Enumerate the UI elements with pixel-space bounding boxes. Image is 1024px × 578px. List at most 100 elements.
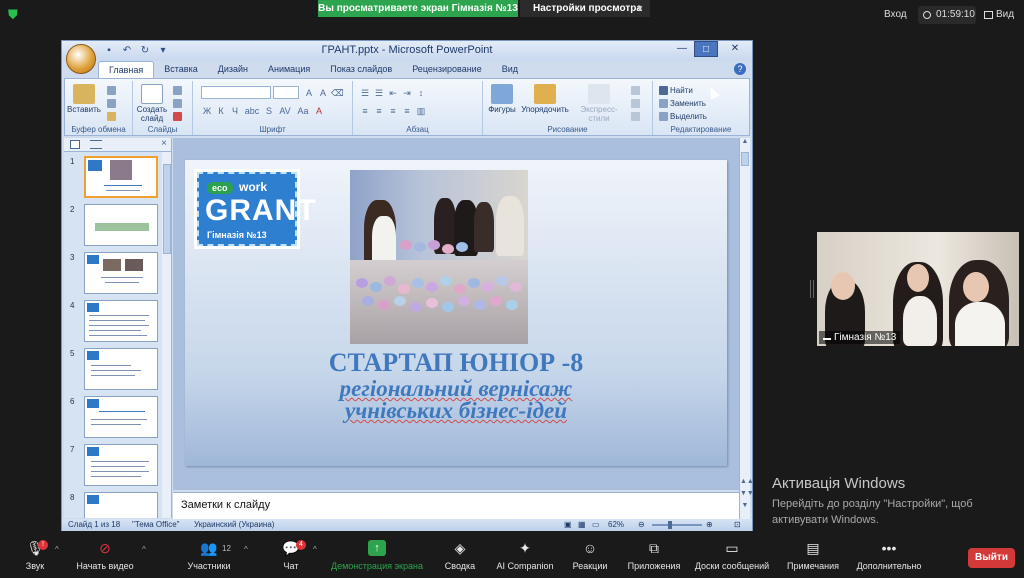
slide-thumbnail[interactable]: 2 bbox=[68, 204, 166, 250]
arrange-button[interactable]: Упорядочить bbox=[521, 84, 569, 120]
align-right-icon[interactable]: ≡ bbox=[387, 105, 399, 117]
slide-thumbnail[interactable]: 8 bbox=[68, 492, 166, 518]
format-painter-button[interactable] bbox=[107, 111, 118, 123]
normal-view-icon[interactable]: ▣ bbox=[564, 520, 572, 529]
start-video-button[interactable]: ⊘ Начать видео bbox=[72, 540, 138, 576]
participants-button[interactable]: 👥 12 Участники bbox=[182, 540, 236, 576]
strike-button[interactable]: abc bbox=[243, 105, 261, 117]
zoom-slider-knob[interactable] bbox=[668, 521, 672, 529]
underline-button[interactable]: Ч bbox=[229, 105, 241, 117]
exit-button[interactable]: Выйти bbox=[968, 548, 1015, 568]
reactions-button[interactable]: ☺ Реакции bbox=[570, 540, 610, 576]
slide-thumbnail[interactable]: 5 bbox=[68, 348, 166, 394]
slide-thumbnail[interactable]: 3 bbox=[68, 252, 166, 298]
scroll-thumb[interactable] bbox=[163, 164, 171, 254]
minimize-button[interactable]: — bbox=[670, 41, 694, 57]
tab-slideshow[interactable]: Показ слайдов bbox=[320, 61, 402, 79]
tab-animation[interactable]: Анимация bbox=[258, 61, 320, 79]
zoom-slider[interactable] bbox=[652, 524, 702, 526]
drag-handle[interactable] bbox=[810, 280, 814, 298]
summary-button[interactable]: ◈ Сводка bbox=[440, 540, 480, 576]
bold-button[interactable]: Ж bbox=[201, 105, 213, 117]
shadow-button[interactable]: S bbox=[263, 105, 275, 117]
audio-button[interactable]: 🎙 ! Звук bbox=[20, 540, 50, 576]
decrease-indent-icon[interactable]: ⇤ bbox=[387, 87, 399, 99]
current-slide[interactable]: eco work GRANT Гімназія №13 СТАРТАП ЮНІО… bbox=[185, 160, 727, 466]
align-left-icon[interactable]: ≡ bbox=[359, 105, 371, 117]
shape-outline-button[interactable] bbox=[631, 98, 642, 110]
participant-video-tile[interactable]: Гімназія №13 bbox=[817, 232, 1019, 346]
zoom-level[interactable]: 62% bbox=[608, 520, 624, 529]
increase-indent-icon[interactable]: ⇥ bbox=[401, 87, 413, 99]
slideshow-view-icon[interactable]: ▭ bbox=[592, 520, 600, 529]
paste-button[interactable]: Вставить bbox=[67, 84, 101, 120]
spacing-button[interactable]: AV bbox=[277, 105, 293, 117]
chat-button[interactable]: 💬 4 Чат bbox=[278, 540, 306, 576]
share-screen-button[interactable]: ↑ Демонстрация экрана bbox=[330, 540, 424, 576]
help-icon[interactable]: ? bbox=[734, 63, 746, 75]
enter-button[interactable]: Вход bbox=[884, 6, 907, 24]
more-button[interactable]: ••• Дополнительно bbox=[852, 540, 926, 576]
clear-format-icon[interactable]: ⌫ bbox=[331, 87, 344, 99]
delete-slide-button[interactable] bbox=[173, 111, 184, 123]
font-color-button[interactable]: A bbox=[313, 105, 325, 117]
shapes-button[interactable]: Фигуры bbox=[485, 84, 519, 120]
apps-button[interactable]: ⧉ Приложения bbox=[624, 540, 684, 576]
case-button[interactable]: Aa bbox=[295, 105, 311, 117]
copy-button[interactable] bbox=[107, 98, 118, 110]
columns-icon[interactable]: ▥ bbox=[415, 105, 427, 117]
italic-button[interactable]: К bbox=[215, 105, 227, 117]
close-button[interactable]: ✕ bbox=[718, 41, 752, 57]
bullets-icon[interactable]: ☰ bbox=[359, 87, 371, 99]
scroll-down-icon[interactable]: ▼ bbox=[740, 502, 750, 509]
replace-button[interactable]: Заменить bbox=[659, 98, 706, 110]
prev-slide-icon[interactable]: ▲▲ bbox=[740, 478, 754, 485]
participants-options-caret[interactable]: ^ bbox=[244, 545, 248, 554]
quick-styles-button[interactable]: Экспресс-стили bbox=[571, 84, 627, 123]
thumbnails-scrollbar[interactable] bbox=[162, 152, 171, 518]
scroll-up-icon[interactable]: ▲ bbox=[740, 138, 750, 145]
whiteboards-button[interactable]: ▭ Доски сообщений bbox=[692, 540, 772, 576]
shield-icon[interactable]: ⛊ bbox=[8, 8, 22, 22]
layout-button[interactable] bbox=[173, 85, 184, 97]
video-options-caret[interactable]: ^ bbox=[142, 545, 146, 554]
view-settings-button[interactable]: Настройки просмотра ▾ bbox=[520, 0, 650, 17]
tab-home[interactable]: Главная bbox=[98, 61, 155, 79]
ai-companion-button[interactable]: ✦ AI Companion bbox=[494, 540, 556, 576]
office-button[interactable] bbox=[66, 44, 96, 74]
slide-title[interactable]: СТАРТАП ЮНІОР -8 bbox=[185, 348, 727, 378]
slide-thumbnail[interactable]: 6 bbox=[68, 396, 166, 442]
tab-insert[interactable]: Вставка bbox=[154, 61, 207, 79]
close-pane-icon[interactable]: × bbox=[161, 138, 167, 149]
chat-options-caret[interactable]: ^ bbox=[313, 545, 317, 554]
slide-scrollbar[interactable]: ▲ ▲▲ ▼▼ ▼ bbox=[739, 138, 754, 520]
find-button[interactable]: Найти bbox=[659, 85, 693, 97]
slide-thumbnail[interactable]: 1 bbox=[68, 156, 166, 202]
align-center-icon[interactable]: ≡ bbox=[373, 105, 385, 117]
notes-pane[interactable]: Заметки к слайду bbox=[173, 492, 739, 519]
font-size-field[interactable] bbox=[273, 86, 299, 99]
tab-review[interactable]: Рецензирование bbox=[402, 61, 492, 79]
scroll-thumb[interactable] bbox=[741, 152, 749, 166]
cut-button[interactable] bbox=[107, 85, 118, 97]
audio-options-caret[interactable]: ^ bbox=[55, 545, 59, 554]
language-indicator[interactable]: Украинский (Украина) bbox=[194, 520, 274, 529]
zoom-in-icon[interactable]: ⊕ bbox=[706, 520, 713, 529]
sorter-view-icon[interactable]: ▦ bbox=[578, 520, 586, 529]
new-slide-button[interactable]: Создать слайд bbox=[135, 84, 169, 123]
slide-thumbnail[interactable]: 7 bbox=[68, 444, 166, 490]
numbering-icon[interactable]: ☰ bbox=[373, 87, 385, 99]
select-button[interactable]: Выделить bbox=[659, 111, 707, 123]
slide-subtitle[interactable]: регіональний вернісаж учнівських бізнес-… bbox=[185, 377, 727, 422]
slides-tab-icon[interactable] bbox=[70, 140, 80, 149]
notes-button[interactable]: ▤ Примечания bbox=[784, 540, 842, 576]
zoom-out-icon[interactable]: ⊖ bbox=[638, 520, 645, 529]
outline-tab-icon[interactable] bbox=[90, 140, 102, 149]
reset-button[interactable] bbox=[173, 98, 184, 110]
line-spacing-icon[interactable]: ↕ bbox=[415, 87, 427, 99]
shape-fill-button[interactable] bbox=[631, 85, 642, 97]
justify-icon[interactable]: ≡ bbox=[401, 105, 413, 117]
shape-effects-button[interactable] bbox=[631, 111, 642, 123]
tab-view[interactable]: Вид bbox=[492, 61, 528, 79]
fit-slide-icon[interactable]: ⊡ bbox=[734, 520, 741, 529]
